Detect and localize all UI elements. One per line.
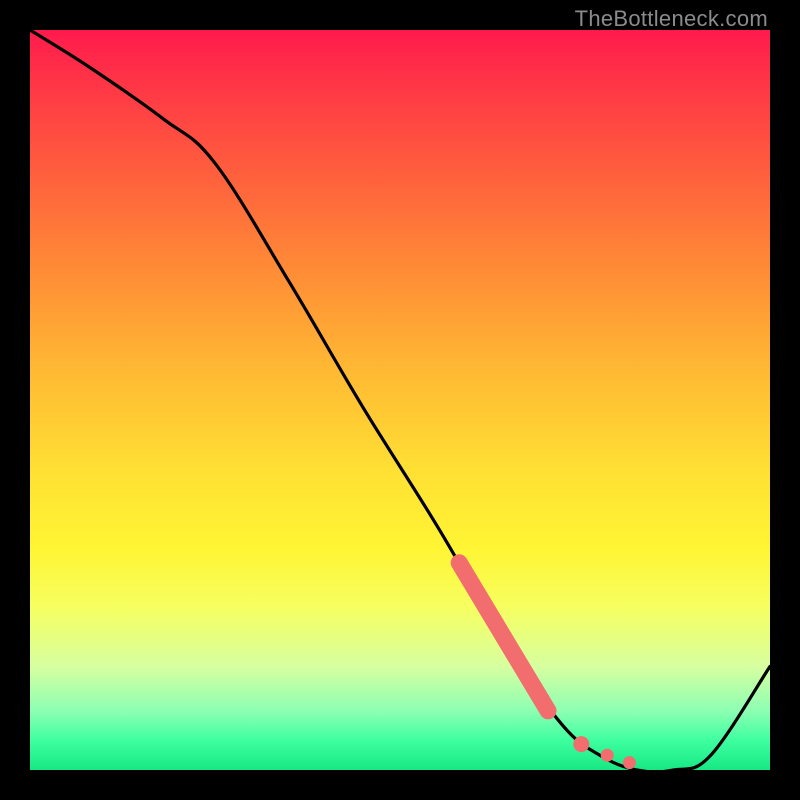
chart-frame: TheBottleneck.com [0,0,800,800]
bottleneck-curve [30,30,770,770]
highlight-dots [573,736,636,769]
highlight-segment [459,563,548,711]
highlight-dot [601,749,614,762]
highlight-dot [623,756,636,769]
highlight-dot [573,736,589,752]
watermark-label: TheBottleneck.com [575,6,768,32]
plot-area [30,30,770,770]
curve-layer [30,30,770,770]
